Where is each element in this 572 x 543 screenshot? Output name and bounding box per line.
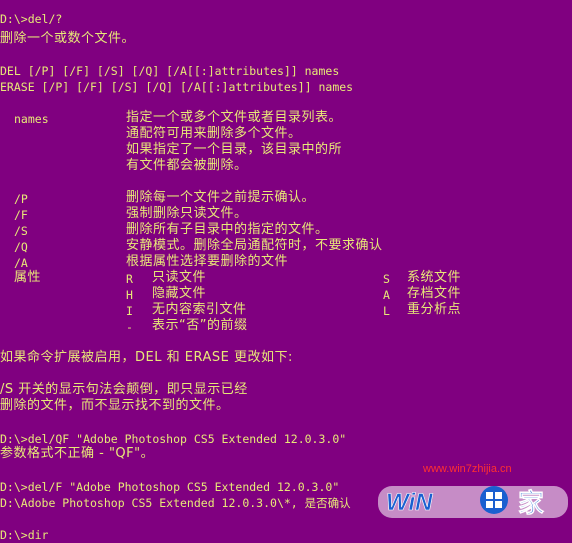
watermark-logo: WiN 家 bbox=[378, 486, 568, 519]
switch-desc: 删除每一个文件之前提示确认。 bbox=[126, 190, 316, 205]
param-name: names bbox=[14, 112, 49, 126]
watermark-brand-right: 家 bbox=[518, 488, 544, 519]
attr-code: A bbox=[383, 288, 390, 302]
attr-desc: 系统文件 bbox=[407, 270, 462, 285]
switch-desc: 根据属性选择要删除的文件 bbox=[126, 254, 289, 269]
attr-code: I bbox=[126, 304, 133, 318]
switch-desc: 强制删除只读文件。 bbox=[126, 206, 248, 221]
switch-name: /S bbox=[14, 224, 28, 238]
attr-code: R bbox=[126, 272, 133, 286]
param-desc: 通配符可用来删除多个文件。 bbox=[126, 126, 302, 141]
confirm-line: D:\Adobe Photoshop CS5 Extended 12.0.3.0… bbox=[0, 496, 351, 510]
prompt-line: D:\>del/QF "Adobe Photoshop CS5 Extended… bbox=[0, 432, 347, 446]
attr-code: L bbox=[383, 304, 390, 318]
output-line: /S 开关的显示句法会颠倒，即只显示已经 bbox=[0, 382, 248, 397]
switch-name: /A bbox=[14, 256, 28, 270]
switch-name: /F bbox=[14, 208, 28, 222]
attr-desc: 存档文件 bbox=[407, 286, 462, 301]
watermark-brand-left: WiN bbox=[386, 489, 433, 516]
error-line: 参数格式不正确 - "QF"。 bbox=[0, 446, 155, 461]
attr-desc: 隐藏文件 bbox=[152, 286, 207, 301]
param-desc: 指定一个或多个文件或者目录列表。 bbox=[126, 110, 343, 125]
attr-code: S bbox=[383, 272, 390, 286]
output-line: 如果命令扩展被启用，DEL 和 ERASE 更改如下: bbox=[0, 350, 293, 365]
output-line: 删除的文件，而不显示找不到的文件。 bbox=[0, 398, 230, 413]
attr-desc: 无内容索引文件 bbox=[152, 302, 247, 317]
watermark-url: www.win7zhijia.cn bbox=[423, 463, 512, 475]
switch-name: /Q bbox=[14, 240, 28, 254]
switch-desc: 删除所有子目录中的指定的文件。 bbox=[126, 222, 329, 237]
console-window[interactable]: D:\>del/? 删除一个或数个文件。 DEL [/P] [/F] [/S] … bbox=[0, 0, 572, 542]
param-desc: 有文件都会被删除。 bbox=[126, 158, 248, 173]
prompt-line: D:\>del/? bbox=[0, 12, 63, 26]
switch-name: /P bbox=[14, 192, 28, 206]
output-line: DEL [/P] [/F] [/S] [/Q] [/A[[:]attribute… bbox=[0, 64, 340, 78]
attr-code: H bbox=[126, 288, 133, 302]
windows-flag-icon bbox=[480, 486, 508, 514]
output-line: ERASE [/P] [/F] [/S] [/Q] [/A[[:]attribu… bbox=[0, 80, 354, 94]
param-desc: 如果指定了一个目录，该目录中的所 bbox=[126, 142, 343, 157]
attr-desc: 表示“否”的前缀 bbox=[152, 318, 248, 333]
attributes-label: 属性 bbox=[14, 270, 42, 285]
attr-code: - bbox=[126, 320, 133, 334]
prompt-line: D:\>del/F "Adobe Photoshop CS5 Extended … bbox=[0, 480, 340, 494]
attr-desc: 重分析点 bbox=[407, 302, 462, 317]
output-line: 删除一个或数个文件。 bbox=[0, 31, 136, 46]
switch-desc: 安静模式。删除全局通配符时，不要求确认 bbox=[126, 238, 383, 253]
attr-desc: 只读文件 bbox=[152, 270, 207, 285]
